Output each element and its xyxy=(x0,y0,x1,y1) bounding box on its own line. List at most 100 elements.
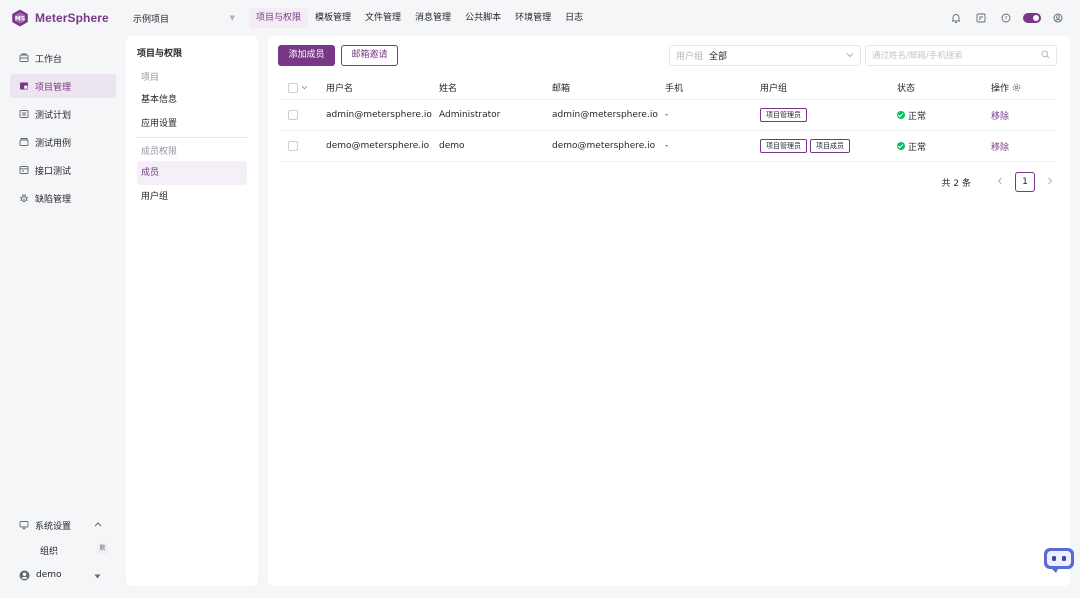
user-group-tag: 项目成员 xyxy=(810,139,850,153)
select-all-cell xyxy=(278,82,326,93)
nav-item-template[interactable]: 模板管理 xyxy=(308,8,358,28)
user-group-filter-value: 全部 xyxy=(709,52,728,62)
chevron-down-icon: ▼ xyxy=(229,14,235,22)
chevron-down-icon[interactable] xyxy=(301,83,308,93)
sidebar-item-label: 缺陷管理 xyxy=(35,194,72,205)
table-header: 用户名 姓名 邮箱 手机 用户组 状态 操作 xyxy=(278,76,1057,100)
sidebar-item-label: 项目管理 xyxy=(35,82,72,93)
project-icon xyxy=(20,82,28,90)
cell-username: admin@metersphere.io xyxy=(326,110,432,120)
nav-item-environment[interactable]: 环境管理 xyxy=(508,8,558,28)
user-group-tag: 项目管理员 xyxy=(760,108,807,122)
user-icon[interactable] xyxy=(1050,10,1066,26)
task-center-icon[interactable] xyxy=(973,10,989,26)
chevron-left-icon[interactable] xyxy=(993,177,1007,188)
settings-icon[interactable] xyxy=(1012,83,1021,92)
api-test-icon xyxy=(19,166,29,174)
submenu-item-basic-info[interactable]: 基本信息 xyxy=(137,88,247,112)
sidebar-item-test-plan[interactable]: 测试计划 xyxy=(10,102,116,126)
nav-item-files[interactable]: 文件管理 xyxy=(358,8,408,28)
row-checkbox[interactable] xyxy=(288,110,298,120)
sidebar-item-project[interactable]: 项目管理 xyxy=(10,74,116,98)
pagination: 共 2 条 1 xyxy=(942,172,1057,192)
submenu-item-members[interactable]: 成员 xyxy=(137,161,247,185)
sidebar-item-test-case[interactable]: 测试用例 xyxy=(10,130,116,154)
remove-link[interactable]: 移除 xyxy=(991,109,1009,122)
col-operation: 操作 xyxy=(991,81,1057,94)
user-group-filter[interactable]: 用户组 全部 xyxy=(669,45,861,66)
test-plan-icon xyxy=(19,110,29,118)
col-name: 姓名 xyxy=(439,84,458,94)
sidebar-item-label: 工作台 xyxy=(35,54,63,65)
nav-item-project-permission[interactable]: 项目与权限 xyxy=(249,8,309,28)
project-select-value: 示例项目 xyxy=(133,14,170,25)
col-username: 用户名 xyxy=(326,84,354,94)
check-circle-icon xyxy=(897,142,905,150)
nav-item-scripts[interactable]: 公共脚本 xyxy=(458,8,508,28)
cell-phone: - xyxy=(665,141,669,151)
cell-status: 正常 xyxy=(897,109,991,122)
org-default-badge: 默 xyxy=(97,543,108,554)
user-name: demo xyxy=(36,570,62,580)
user-group-filter-prefix: 用户组 xyxy=(676,52,704,62)
svg-text:?: ? xyxy=(1005,16,1008,22)
sidebar: 工作台 项目管理 测试计划 测试用例 接口测试 缺陷管理 系统设置 组织 默 d… xyxy=(0,36,126,598)
chevron-down-icon xyxy=(846,51,854,61)
cell-operation: 移除 xyxy=(991,109,1057,122)
theme-toggle[interactable] xyxy=(1023,13,1041,23)
logo-icon: MS xyxy=(12,9,28,27)
sidebar-item-org[interactable]: 组织 xyxy=(40,544,58,557)
search-box[interactable] xyxy=(865,45,1057,66)
submenu-item-user-groups[interactable]: 用户组 xyxy=(137,185,247,209)
cell-email: admin@metersphere.io xyxy=(552,110,658,120)
table-row: admin@metersphere.io Administrator admin… xyxy=(278,100,1057,131)
svg-text:MS: MS xyxy=(15,16,25,23)
cell-user-group: 项目管理员 xyxy=(760,108,897,122)
search-input[interactable] xyxy=(872,50,1041,61)
cell-status: 正常 xyxy=(897,140,991,153)
row-select-cell xyxy=(278,141,326,151)
bell-icon[interactable] xyxy=(948,10,964,26)
add-member-button[interactable]: 添加成员 xyxy=(278,45,335,66)
status-text: 正常 xyxy=(908,111,927,122)
assistant-bot-icon[interactable] xyxy=(1042,545,1076,575)
submenu-title: 项目与权限 xyxy=(137,49,183,59)
status-text: 正常 xyxy=(908,142,927,153)
submenu-group-members: 成员权限 xyxy=(141,147,178,157)
sidebar-item-system-settings[interactable]: 系统设置 xyxy=(10,513,116,537)
project-select[interactable]: 示例项目 ▼ xyxy=(133,12,235,25)
user-menu[interactable]: demo xyxy=(10,563,116,587)
monitor-icon xyxy=(19,521,29,530)
search-icon[interactable] xyxy=(1041,49,1050,62)
pagination-total: 共 2 条 xyxy=(941,178,971,189)
user-group-tag: 项目管理员 xyxy=(760,139,807,153)
avatar-icon xyxy=(19,570,30,580)
sidebar-item-workbench[interactable]: 工作台 xyxy=(10,46,116,70)
nav-item-logs[interactable]: 日志 xyxy=(558,8,590,28)
cell-email: demo@metersphere.io xyxy=(552,141,656,151)
help-icon[interactable]: ? xyxy=(998,10,1014,26)
logo[interactable]: MS MeterSphere xyxy=(11,9,129,27)
members-table: 用户名 姓名 邮箱 手机 用户组 状态 操作 admin@metersphere… xyxy=(278,76,1057,162)
sidebar-item-label: 系统设置 xyxy=(35,521,72,532)
sidebar-item-label: 测试用例 xyxy=(35,138,72,149)
app-name: MeterSphere xyxy=(35,11,109,25)
cell-name: demo xyxy=(439,141,465,151)
page-button-current[interactable]: 1 xyxy=(1015,172,1035,192)
submenu-item-app-settings[interactable]: 应用设置 xyxy=(137,112,247,136)
sidebar-item-bug[interactable]: 缺陷管理 xyxy=(10,186,116,210)
col-status: 状态 xyxy=(897,84,916,94)
submenu-panel: 项目与权限 项目 基本信息 应用设置 成员权限 成员 用户组 xyxy=(126,36,258,586)
email-invite-button[interactable]: 邮箱邀请 xyxy=(341,45,398,66)
col-phone: 手机 xyxy=(665,84,684,94)
cell-user-group: 项目管理员 项目成员 xyxy=(760,139,897,153)
chevron-right-icon[interactable] xyxy=(1043,177,1057,188)
select-all-checkbox[interactable] xyxy=(288,82,298,93)
row-checkbox[interactable] xyxy=(288,141,298,151)
sidebar-item-api-test[interactable]: 接口测试 xyxy=(10,158,116,182)
nav-item-messages[interactable]: 消息管理 xyxy=(408,8,458,28)
remove-link[interactable]: 移除 xyxy=(991,140,1009,153)
col-operation-label: 操作 xyxy=(991,84,1010,94)
submenu-group-project: 项目 xyxy=(141,73,160,83)
chevron-up-icon xyxy=(94,520,108,530)
